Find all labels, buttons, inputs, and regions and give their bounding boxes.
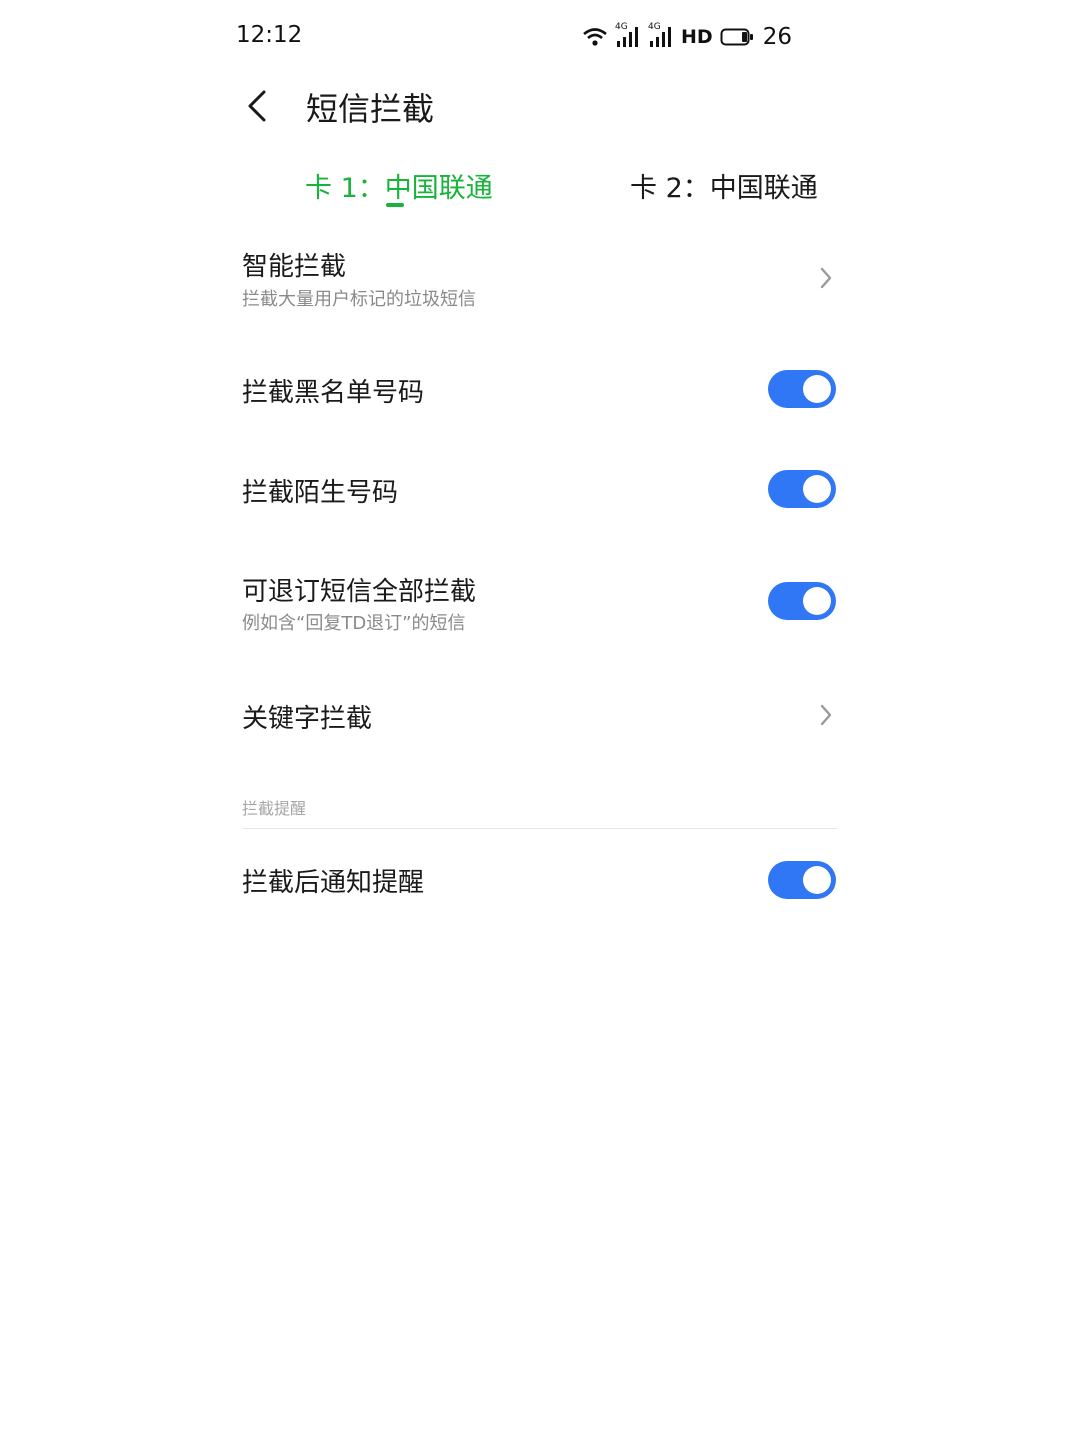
- tab-sim2[interactable]: 卡 2：中国联通: [630, 166, 818, 205]
- blacklist-toggle[interactable]: [768, 370, 836, 408]
- section-divider: [242, 828, 838, 829]
- header: 短信拦截: [0, 78, 1080, 134]
- setting-notify: 拦截后通知提醒: [242, 858, 838, 902]
- status-bar: 12:12 4G 4G HD 26: [0, 0, 1080, 72]
- network-type-label: 4G: [648, 22, 661, 32]
- strangers-toggle[interactable]: [768, 470, 836, 508]
- setting-unsubscribable: 可退订短信全部拦截 例如含“回复TD退订”的短信: [242, 569, 838, 639]
- setting-subtitle: 拦截大量用户标记的垃圾短信: [242, 289, 476, 310]
- tab-active-indicator: [386, 203, 404, 207]
- status-time: 12:12: [236, 22, 303, 48]
- setting-keyword[interactable]: 关键字拦截: [242, 694, 838, 738]
- wifi-icon: [582, 26, 608, 48]
- toggle-knob: [803, 475, 831, 503]
- setting-title: 可退订短信全部拦截: [242, 577, 477, 607]
- signal-icon-sim1: 4G: [615, 22, 641, 48]
- battery-level: 26: [762, 24, 792, 50]
- setting-subtitle: 例如含“回复TD退订”的短信: [242, 613, 466, 634]
- notify-toggle[interactable]: [768, 861, 836, 899]
- toggle-knob: [803, 587, 831, 615]
- chevron-right-icon: [820, 267, 832, 289]
- unsubscribable-toggle[interactable]: [768, 582, 836, 620]
- toggle-knob: [803, 866, 831, 894]
- signal-icon-sim2: 4G: [648, 22, 674, 48]
- hd-label: HD: [681, 26, 713, 48]
- chevron-right-icon: [820, 704, 832, 726]
- setting-title: 拦截后通知提醒: [242, 868, 425, 898]
- page-title: 短信拦截: [306, 90, 435, 128]
- tab-sim1[interactable]: 卡 1：中国联通: [305, 166, 493, 205]
- setting-title: 拦截黑名单号码: [242, 378, 425, 408]
- network-type-label: 4G: [615, 22, 628, 32]
- back-button[interactable]: [240, 86, 280, 126]
- status-icons: 4G 4G HD 26: [582, 22, 792, 52]
- setting-strangers: 拦截陌生号码: [242, 468, 838, 512]
- battery-icon: [720, 27, 754, 47]
- setting-title: 关键字拦截: [242, 704, 373, 734]
- setting-smart-block[interactable]: 智能拦截 拦截大量用户标记的垃圾短信: [242, 244, 838, 314]
- section-label-reminder: 拦截提醒: [242, 799, 307, 818]
- setting-title: 拦截陌生号码: [242, 478, 399, 508]
- setting-title: 智能拦截: [242, 252, 347, 282]
- toggle-knob: [803, 375, 831, 403]
- setting-blacklist: 拦截黑名单号码: [242, 368, 838, 412]
- chevron-left-icon: [248, 90, 266, 122]
- sim-tabs: 卡 1：中国联通 卡 2：中国联通: [0, 162, 1080, 222]
